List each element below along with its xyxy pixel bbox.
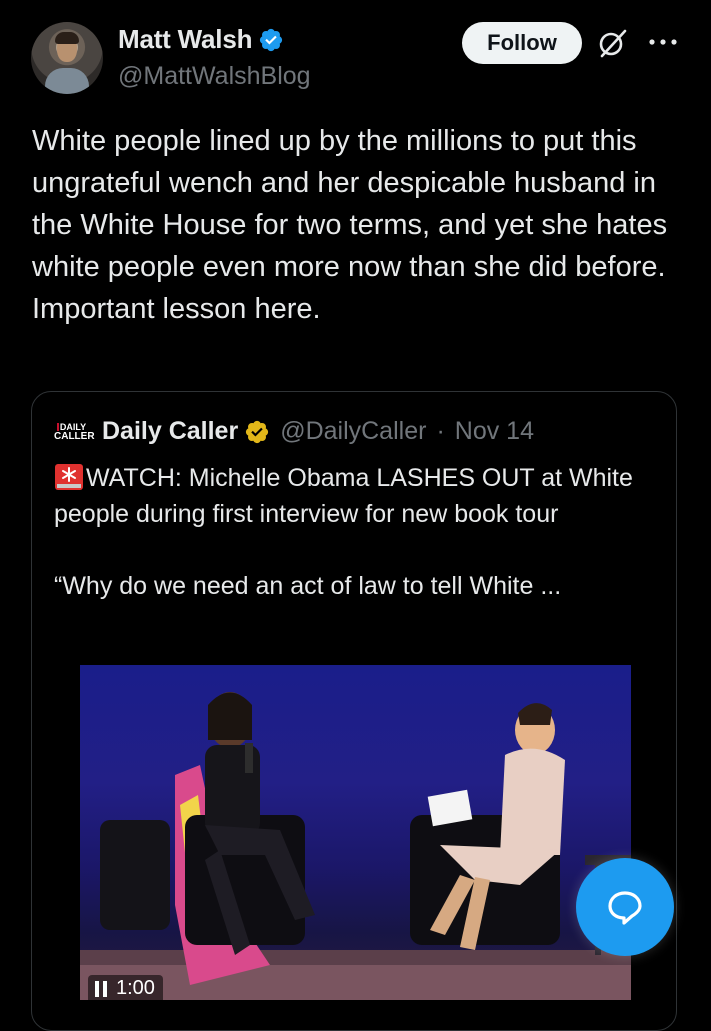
quoted-author-handle[interactable]: @DailyCaller [280,417,426,446]
video-duration: 1:00 [116,977,155,999]
quoted-date[interactable]: Nov 14 [455,417,534,446]
author-handle[interactable]: @MattWalshBlog [118,62,311,91]
quoted-author-name[interactable]: Daily Caller [102,417,238,446]
video-player[interactable] [80,665,631,1000]
daily-caller-logo: DAILY CALLER [54,420,95,446]
quoted-author-row[interactable]: Daily Caller @DailyCaller · Nov 14 [102,417,534,446]
logo-line-2: CALLER [54,431,95,442]
compose-reply-icon [608,891,642,925]
quoted-excerpt: “Why do we need an act of law to tell Wh… [54,572,562,600]
verified-badge-icon [260,28,283,51]
author-name-row[interactable]: Matt Walsh [118,24,284,55]
gold-verified-badge-icon [246,420,269,443]
rotating-light-icon [55,464,83,490]
separator-dot: · [436,417,445,445]
video-timer[interactable]: 1:00 [88,975,163,1010]
grok-icon[interactable] [596,27,628,59]
follow-button[interactable]: Follow [462,22,582,64]
quoted-headline: WATCH: Michelle Obama LASHES OUT at Whit… [54,464,633,528]
video-frame-image [80,692,631,1000]
compose-reply-button[interactable] [576,858,674,956]
tweet-text: White people lined up by the millions to… [32,125,676,325]
author-display-name[interactable]: Matt Walsh [118,24,252,55]
more-horizontal-icon[interactable] [648,36,678,48]
pause-icon[interactable] [94,980,108,998]
quoted-tweet-text: WATCH: Michelle Obama LASHES OUT at Whit… [54,460,664,604]
author-avatar[interactable] [31,22,103,94]
